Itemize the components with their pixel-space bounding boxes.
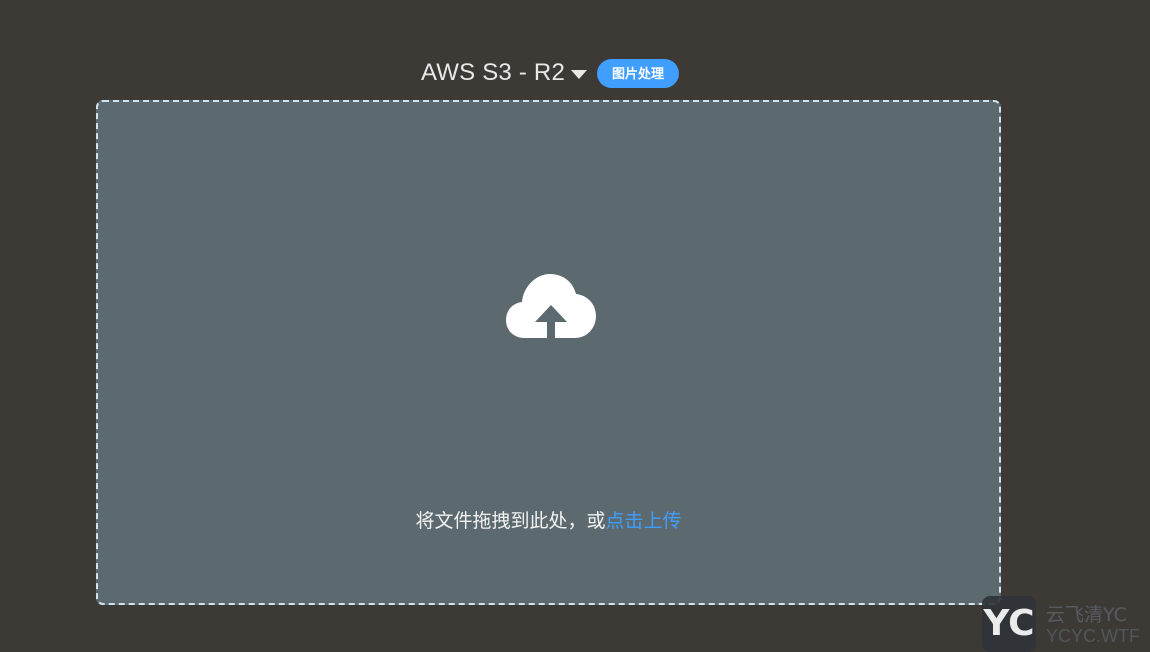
click-upload-link[interactable]: 点击上传 bbox=[606, 510, 682, 532]
upload-dropzone[interactable]: 将文件拖拽到此处，或点击上传 bbox=[96, 100, 1001, 605]
storage-name-label: AWS S3 - R2 bbox=[420, 59, 565, 86]
watermark-logo: YC bbox=[982, 596, 1036, 652]
drop-hint: 将文件拖拽到此处，或点击上传 bbox=[98, 506, 999, 533]
storage-select-dropdown[interactable]: AWS S3 - R2 bbox=[421, 59, 587, 87]
watermark-line1: 云飞清YC bbox=[1046, 604, 1127, 626]
cloud-upload-icon bbox=[506, 274, 596, 338]
caret-down-icon bbox=[571, 69, 587, 79]
drop-hint-text: 将文件拖拽到此处，或 bbox=[415, 510, 606, 532]
header: AWS S3 - R2 图片处理 bbox=[0, 54, 1150, 92]
upload-page: AWS S3 - R2 图片处理 将文件拖拽到此处，或点击上传 YC 云飞清YC… bbox=[0, 0, 1150, 652]
header-inner: AWS S3 - R2 图片处理 bbox=[421, 58, 680, 88]
watermark: YC 云飞清YC YCYC.WTF bbox=[982, 596, 1150, 652]
watermark-line2: YCYC.WTF bbox=[1046, 626, 1140, 646]
image-processing-tag[interactable]: 图片处理 bbox=[597, 58, 680, 88]
